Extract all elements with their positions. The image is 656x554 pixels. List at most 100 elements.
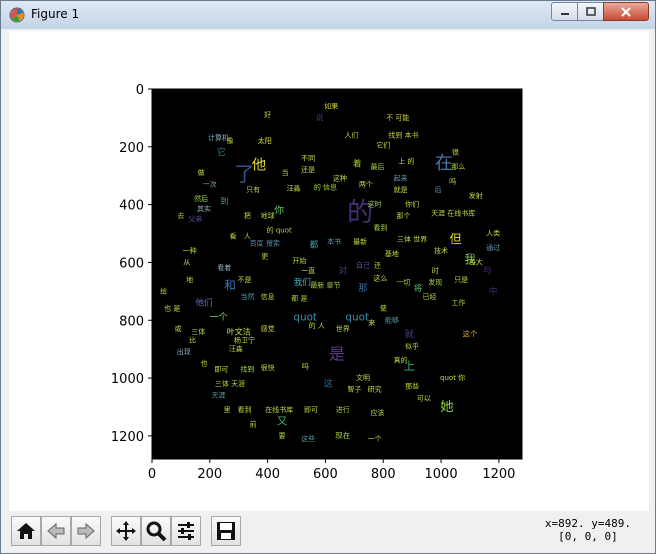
word-105: 通过	[486, 243, 500, 252]
word-73: 来	[368, 319, 375, 327]
word-89: 前	[250, 419, 257, 428]
word-12: 和	[224, 278, 236, 292]
plot-area[interactable]: 的了 在他是quot quot她但你我我们和他们一个叶文洁着说就将都对那这上又它到中…	[9, 31, 649, 511]
word-100: 似乎	[405, 341, 419, 350]
word-38: 找到 本书	[388, 130, 418, 139]
word-43: 然后	[194, 194, 208, 203]
word-134: 还	[374, 261, 381, 269]
word-66: 工作	[451, 298, 465, 307]
word-90: 要	[279, 432, 286, 440]
word-118: 看到	[373, 224, 387, 232]
minimize-icon	[560, 12, 569, 15]
window-title: Figure 1	[31, 7, 80, 21]
word-123: 还是	[301, 166, 315, 174]
word-41: 做	[198, 168, 205, 177]
word-18: 就	[404, 328, 414, 341]
matplotlib-app-icon	[9, 7, 25, 23]
forward-button[interactable]	[71, 516, 101, 546]
word-102: 基地	[385, 249, 399, 258]
word-13: 他们	[195, 296, 212, 308]
word-142: 不同	[301, 154, 315, 162]
word-88: 应该	[370, 408, 384, 417]
back-icon	[47, 522, 65, 540]
close-button[interactable]	[603, 2, 649, 21]
y-tick-label-200: 200	[119, 141, 144, 156]
word-64: 发现	[428, 278, 442, 287]
back-button[interactable]	[41, 516, 71, 546]
word-47: 地球	[261, 211, 275, 220]
word-16: 着	[353, 158, 362, 170]
word-11: 我们	[294, 277, 311, 288]
word-124: 当	[281, 168, 288, 177]
word-108: 天涯	[431, 208, 445, 217]
maximize-button[interactable]	[577, 2, 604, 21]
word-79: 找到	[240, 364, 254, 373]
word-57: 给	[160, 286, 167, 295]
x-tick-label-1200: 1200	[482, 467, 515, 482]
home-icon	[17, 523, 35, 539]
word-93: 文明	[356, 373, 370, 382]
word-132: 最新	[353, 237, 367, 246]
word-33: 汪淼	[287, 184, 301, 193]
save-button[interactable]	[211, 516, 241, 546]
figure-canvas[interactable]: 的了在他是 quot quot 她但你我我们和他们 一个 叶文洁着说就将都对那这上又它到中…	[9, 31, 649, 511]
word-96: 那些	[405, 382, 419, 391]
word-51: 更	[261, 253, 268, 261]
word-65: 已经	[423, 292, 437, 301]
zoom-button[interactable]	[141, 516, 171, 546]
home-button[interactable]	[11, 516, 41, 546]
word-126: 像	[227, 136, 234, 145]
x-tick-label-200: 200	[197, 467, 222, 482]
word-141: 去	[177, 211, 184, 220]
maximize-icon	[585, 7, 596, 16]
word-54: 一直	[301, 266, 315, 275]
word-49: 百度 搜索	[250, 239, 280, 248]
word-20: 都	[310, 240, 319, 251]
title-bar[interactable]: Figure 1	[1, 1, 655, 29]
minimize-button[interactable]	[551, 2, 578, 21]
word-21: 对	[338, 265, 347, 277]
word-95: 研究	[368, 385, 382, 394]
word-92: 一个	[368, 435, 382, 443]
word-140: 从	[183, 258, 190, 266]
word-114: 就是	[394, 185, 408, 194]
word-9: 你	[274, 203, 284, 216]
word-85: 在线书库	[265, 405, 293, 414]
word-127: 最后	[370, 162, 384, 171]
pan-button[interactable]	[111, 516, 141, 546]
word-74: 能够	[385, 315, 399, 324]
configure-subplots-button[interactable]	[171, 516, 201, 546]
word-62: 这么	[373, 273, 387, 282]
word-52: 开始	[292, 256, 306, 265]
word-32: 太阳	[258, 136, 272, 145]
word-117: 那个	[396, 212, 410, 220]
word-46: 把	[244, 211, 251, 220]
word-63: 一切	[396, 279, 410, 287]
x-tick-label-600: 600	[313, 467, 338, 482]
x-tick-label-0: 0	[148, 467, 156, 482]
word-14: 一个	[209, 312, 228, 323]
word-70: 杨卫宁	[234, 335, 255, 344]
word-44: 其实	[197, 204, 211, 213]
word-15: 叶文洁	[227, 326, 251, 336]
pan-icon	[116, 521, 136, 541]
word-8: 但	[449, 232, 461, 246]
word-116: 你们	[405, 200, 419, 209]
word-113: 后	[435, 185, 442, 194]
word-68: 或	[175, 324, 182, 333]
word-110: 巨大	[469, 257, 483, 266]
word-115: 起来	[394, 175, 408, 183]
y-tick-label-1200: 1200	[111, 430, 144, 445]
word-61: 最新 章节	[310, 281, 340, 290]
y-tick-label-1000: 1000	[111, 372, 144, 387]
forward-icon	[77, 522, 95, 540]
word-129: 它们	[376, 140, 390, 149]
coords-value: [0, 0, 0]	[558, 530, 618, 543]
word-23: 这	[324, 377, 333, 389]
word-128: 上 的	[398, 156, 414, 165]
word-28: 中	[489, 285, 498, 297]
word-86: 即可	[304, 406, 318, 414]
word-136: 使	[380, 304, 387, 313]
word-133: 自己	[356, 260, 370, 269]
word-48: 看	[229, 232, 236, 240]
